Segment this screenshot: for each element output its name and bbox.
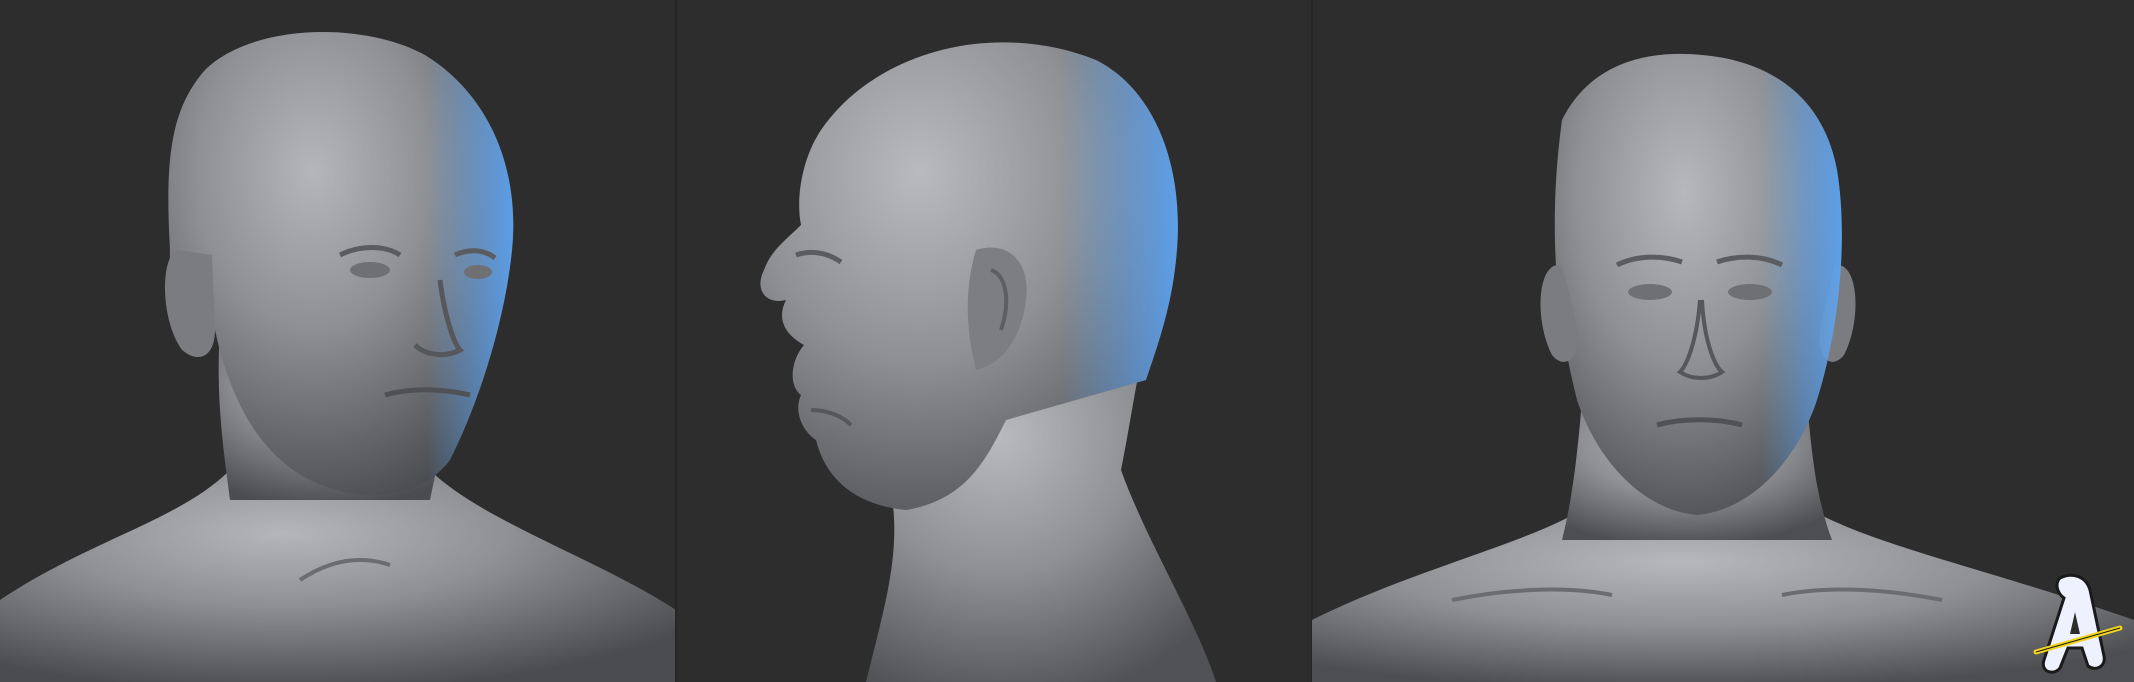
artist-logo <box>2033 573 2123 674</box>
turnaround-sheet <box>0 0 2134 682</box>
head-three-quarter-render <box>0 32 676 682</box>
head-front-render <box>1312 53 2134 682</box>
view-three-quarter <box>0 0 676 682</box>
view-front <box>1312 0 2134 682</box>
head-profile-render <box>760 42 1216 682</box>
view-profile <box>676 0 1312 682</box>
